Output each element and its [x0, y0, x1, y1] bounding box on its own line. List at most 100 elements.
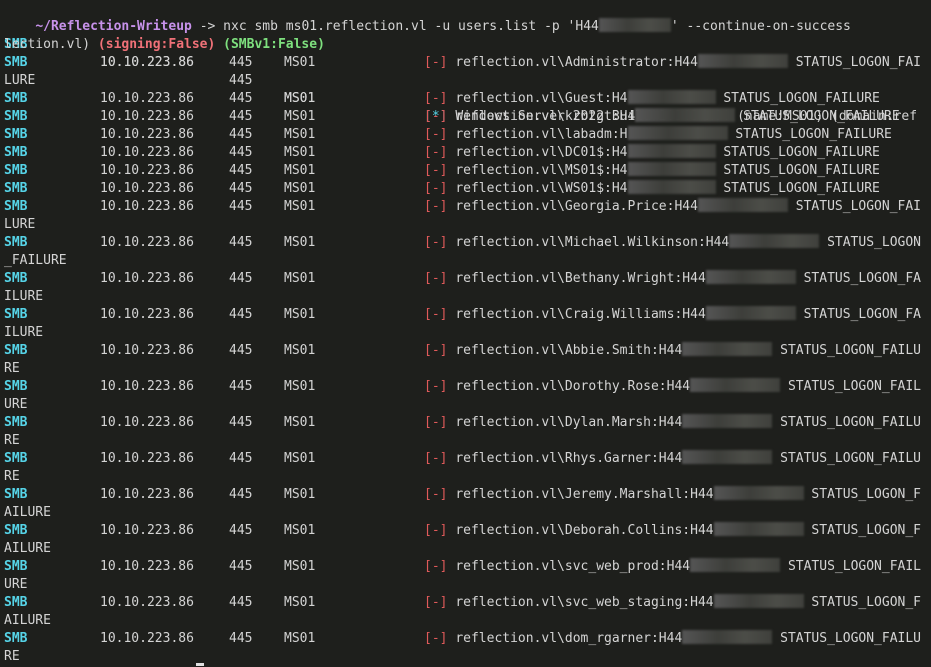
wrapped-status: ILURE — [4, 325, 44, 340]
smbv1-flag: (SMBv1:False) — [223, 37, 325, 52]
redacted-password — [705, 270, 796, 284]
row-message: [-] reflection.vl\Deborah.Collins:H44 ST… — [424, 522, 921, 540]
table-row: SMB 10.10.223.86 445 MS01 [-] reflection.vl\… — [4, 594, 929, 612]
credential-attempt: reflection.vl\Dorothy.Rose:H44 — [455, 379, 691, 394]
logon-status: STATUS_LOGON_FAILU — [780, 631, 922, 646]
row-message: [-] reflection.vl\svc_web_prod:H44 STATU… — [424, 558, 921, 576]
fail-marker: [-] — [424, 343, 448, 358]
logon-status: STATUS_LOGON_FAIL — [787, 379, 922, 394]
fail-marker: [-] — [424, 307, 448, 322]
proto-label: SMB — [4, 631, 28, 646]
row-message: [-] reflection.vl\WS01$:H4 STATUS_LOGON_… — [424, 180, 880, 198]
credential-attempt: reflection.vl\svc_web_staging:H44 — [455, 595, 714, 610]
ip-address: 10.10.223.86 — [100, 487, 194, 502]
credential-attempt: reflection.vl\Dylan.Marsh:H44 — [455, 415, 683, 430]
fail-marker: [-] — [424, 55, 448, 70]
hostname: MS01 — [284, 181, 316, 196]
logon-status: STATUS_LOGON — [827, 235, 921, 250]
logon-status: STATUS_LOGON_F — [811, 487, 921, 502]
row-message: [-] reflection.vl\krbtgt:H4 STATUS_LOGON… — [424, 108, 900, 126]
credential-attempt: reflection.vl\Bethany.Wright:H44 — [455, 271, 706, 286]
ip-address: 10.10.223.86 — [100, 91, 194, 106]
ip-address: 10.10.223.86 — [100, 181, 194, 196]
table-row: SMB 10.10.223.86 445 MS01 [-] reflection.vl\… — [4, 90, 929, 108]
redacted-password — [635, 108, 736, 122]
table-row: SMB 10.10.223.86 445 MS01 [-] reflection.vl\… — [4, 108, 929, 126]
redacted-password — [697, 54, 788, 68]
row-message: [-] reflection.vl\Abbie.Smith:H44 STATUS… — [424, 342, 921, 360]
ip-address: 10.10.223.86 — [100, 163, 194, 178]
port: 445 — [229, 487, 253, 502]
wrapped-status: RE — [4, 469, 20, 484]
ip-address: 10.10.223.86 — [100, 451, 194, 466]
credential-attempt: reflection.vl\labadm:H — [455, 127, 628, 142]
fail-marker: [-] — [424, 163, 448, 178]
wrapped-status: AILURE — [4, 613, 51, 628]
hostname: MS01 — [284, 631, 316, 646]
hostname: MS01 — [284, 127, 316, 142]
port: 445 — [229, 271, 253, 286]
hostname: MS01 — [284, 163, 316, 178]
port: 445 — [229, 199, 253, 214]
proto-label: SMB — [4, 559, 28, 574]
port: 445 — [229, 451, 253, 466]
proto-label: SMB — [4, 109, 28, 124]
row-message: [-] reflection.vl\Dorothy.Rose:H44 STATU… — [424, 378, 921, 396]
signing-flag: (signing:False) — [97, 37, 216, 52]
logon-status: STATUS_LOGON_F — [811, 523, 921, 538]
table-row: SMB 10.10.223.86 445 MS01 [-] reflection.vl\… — [4, 54, 929, 72]
table-row: SMB 10.10.223.86 445 MS01 [-] reflection.vl\… — [4, 378, 929, 396]
logon-status: STATUS_LOGON_FAILU — [780, 343, 922, 358]
wrapped-status: AILURE — [4, 505, 51, 520]
logon-status: STATUS_LOGON_FAILU — [780, 415, 922, 430]
wrapped-status: URE — [4, 577, 28, 592]
proto-label: SMB — [4, 307, 28, 322]
credential-attempt: reflection.vl\dom_rgarner:H44 — [455, 631, 683, 646]
hostname: MS01 — [284, 523, 316, 538]
proto-label: SMB — [4, 127, 28, 142]
hostname: MS01 — [284, 595, 316, 610]
table-row: SMB 10.10.223.86 445 MS01 [-] reflection.vl\… — [4, 342, 929, 360]
proto-label: SMB — [4, 595, 28, 610]
logon-status: STATUS_LOGON_FAI — [795, 199, 922, 214]
logon-status: STATUS_LOGON_FA — [803, 271, 921, 286]
redacted-password — [627, 144, 716, 158]
credential-attempt: reflection.vl\Craig.Williams:H44 — [455, 307, 706, 322]
port: 445 — [229, 631, 253, 646]
row-message: [-] reflection.vl\DC01$:H4 STATUS_LOGON_… — [424, 144, 880, 162]
proto-label: SMB — [4, 55, 28, 70]
row-message: [-] reflection.vl\Dylan.Marsh:H44 STATUS… — [424, 414, 921, 432]
hostname: MS01 — [284, 559, 316, 574]
proto-label: SMB — [4, 181, 28, 196]
wrapped-status: RE — [4, 361, 20, 376]
hostname: MS01 — [284, 271, 316, 286]
table-row: SMB 10.10.223.86 445 MS01 [-] reflection.vl\… — [4, 450, 929, 468]
hostname: MS01 — [284, 55, 316, 70]
fail-marker: [-] — [424, 523, 448, 538]
ip-address: 10.10.223.86 — [100, 631, 194, 646]
row-message: [-] reflection.vl\Craig.Williams:H44 STA… — [424, 306, 921, 324]
ip-address: 10.10.223.86 — [100, 235, 194, 250]
table-row: SMB 10.10.223.86 445 MS01 [-] reflection.vl\… — [4, 486, 929, 504]
terminal-cursor — [196, 663, 204, 666]
fail-marker: [-] — [424, 415, 448, 430]
terminal-window[interactable]: ~/Reflection-Writeup -> nxc smb ms01.ref… — [0, 0, 931, 667]
fail-marker: [-] — [424, 631, 448, 646]
proto-label: SMB — [4, 91, 28, 106]
proto-label: SMB — [4, 199, 28, 214]
row-message: [-] reflection.vl\Georgia.Price:H44 STAT… — [424, 198, 921, 216]
fail-marker: [-] — [424, 559, 448, 574]
fail-marker: [-] — [424, 487, 448, 502]
logon-status: STATUS_LOGON_FAILURE — [723, 163, 880, 178]
credential-attempt: reflection.vl\WS01$:H4 — [455, 181, 628, 196]
credential-attempt: reflection.vl\Administrator:H44 — [455, 55, 698, 70]
logon-status: STATUS_LOGON_FA — [803, 307, 921, 322]
credential-attempt: reflection.vl\Deborah.Collins:H44 — [455, 523, 714, 538]
port: 445 — [229, 343, 253, 358]
port: 445 — [229, 91, 253, 106]
port: 445 — [229, 55, 253, 70]
redacted-password — [713, 594, 804, 608]
port: 445 — [229, 235, 253, 250]
wrapped-status: RE — [4, 433, 20, 448]
logon-status: STATUS_LOGON_FAILURE — [723, 181, 880, 196]
